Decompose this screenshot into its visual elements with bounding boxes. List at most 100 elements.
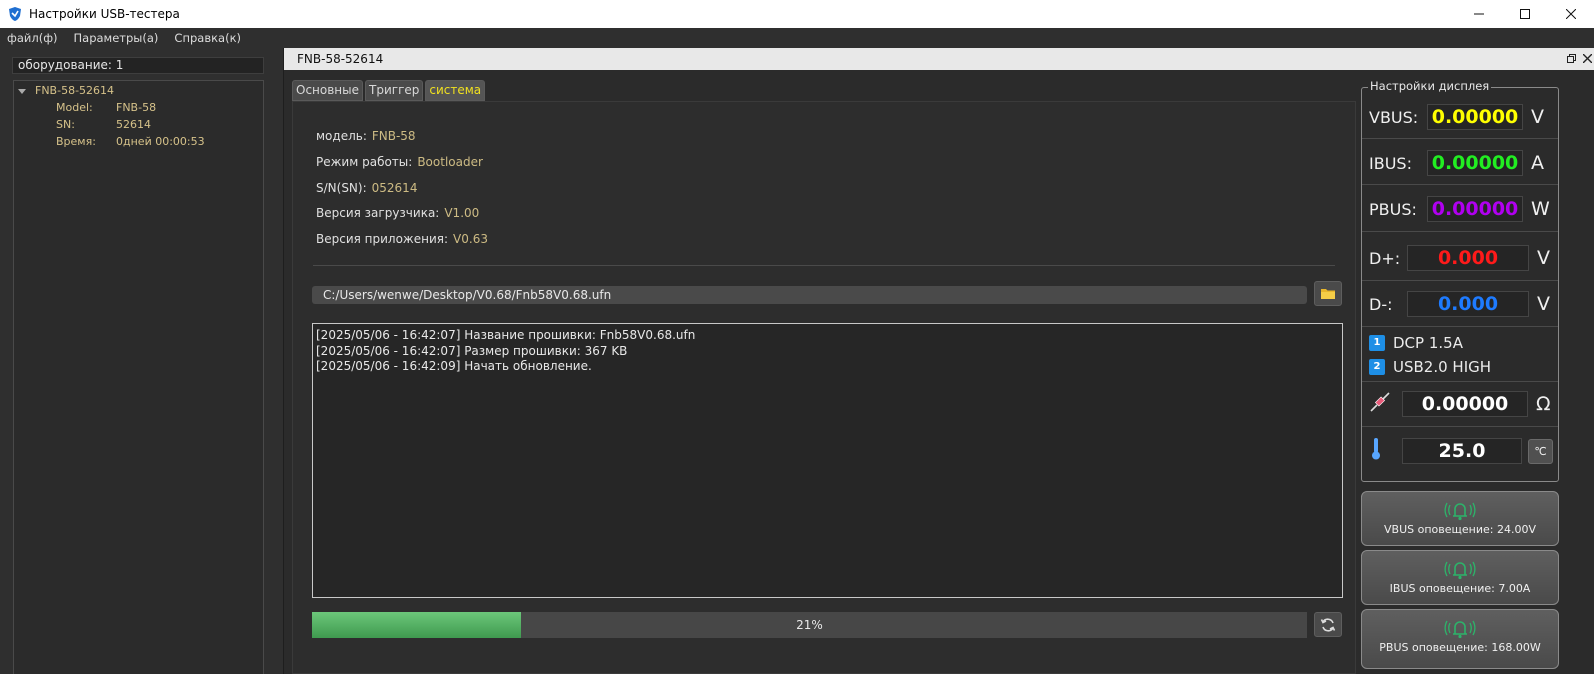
ibus-alert-label: IBUS оповещение: 7.00A [1389, 582, 1531, 595]
vbus-row: VBUS: 0.00000 V [1369, 104, 1544, 130]
chevron-down-icon[interactable] [18, 88, 26, 94]
maximize-button[interactable] [1502, 0, 1548, 28]
window-title: Настройки USB-тестера [29, 7, 180, 21]
device-info-row: SN: 52614 [56, 118, 151, 131]
menu-help[interactable]: Справка(к) [167, 31, 249, 45]
device-name: FNB-58-52614 [35, 84, 115, 97]
device-info-value: FNB-58 [116, 101, 157, 114]
tab-bar: Основные Триггер система [292, 80, 486, 101]
dminus-row: D-: 0.000 V [1369, 291, 1550, 317]
info-label: S/N(SN): [316, 181, 367, 195]
device-tab-header: FNB-58-52614 [284, 48, 1594, 70]
device-info-key: SN: [56, 118, 75, 131]
vbus-unit: V [1531, 106, 1544, 128]
mode-row: 1 DCP 1.5A [1369, 334, 1463, 352]
info-value: V0.63 [453, 232, 488, 246]
pbus-alert-label: PBUS оповещение: 168.00W [1379, 641, 1541, 654]
device-info-row: Время: 0дней 00:00:53 [56, 135, 205, 148]
dplus-unit: V [1537, 247, 1550, 269]
resistance-row: 0.00000 Ω [1369, 391, 1551, 417]
display-settings-group: VBUS: 0.00000 V IBUS: 0.00000 A PBUS: 0.… [1361, 87, 1559, 482]
vbus-value: 0.00000 [1427, 104, 1523, 130]
mode-row: 2 USB2.0 HIGH [1369, 358, 1491, 376]
divider [1362, 184, 1558, 185]
refresh-button[interactable] [1314, 612, 1342, 637]
dminus-unit: V [1537, 293, 1550, 315]
log-line: [2025/05/06 - 16:42:07] Размер прошивки:… [316, 343, 628, 358]
resistance-value: 0.00000 [1402, 391, 1528, 417]
menu-parameters[interactable]: Параметры(а) [67, 31, 167, 45]
resistance-unit: Ω [1536, 393, 1551, 415]
equipment-count: оборудование: 1 [12, 57, 264, 74]
firmware-path-field[interactable]: C:/Users/wenwe/Desktop/V0.68/Fnb58V0.68.… [312, 286, 1307, 304]
minimize-icon [1474, 13, 1484, 15]
device-info-key: Время: [56, 135, 96, 148]
vbus-alert-button[interactable]: VBUS оповещение: 24.00V [1361, 491, 1559, 546]
ibus-row: IBUS: 0.00000 A [1369, 150, 1544, 176]
browse-folder-button[interactable] [1314, 281, 1342, 306]
device-info-row: Model: FNB-58 [56, 101, 156, 114]
progress-label: 21% [796, 618, 823, 632]
shield-app-icon [9, 7, 21, 21]
temperature-row: 25.0 ℃ [1369, 437, 1553, 465]
mode-text: DCP 1.5A [1393, 334, 1463, 352]
close-panel-icon[interactable] [1582, 48, 1593, 71]
log-line: [2025/05/06 - 16:42:09] Начать обновлени… [316, 359, 592, 373]
device-info-value: 0дней 00:00:53 [116, 135, 205, 148]
tab-system[interactable]: система [425, 80, 486, 101]
update-log[interactable]: [2025/05/06 - 16:42:07] Название прошивк… [312, 323, 1343, 598]
info-label: Версия загрузчика: [316, 206, 440, 220]
bell-icon [1444, 561, 1476, 580]
dplus-row: D+: 0.000 V [1369, 245, 1550, 271]
info-value: 052614 [371, 181, 418, 195]
divider [1362, 138, 1558, 139]
device-info-key: Model: [56, 101, 93, 114]
tab-trigger[interactable]: Триггер [365, 80, 424, 101]
resistor-icon [1369, 391, 1402, 417]
info-row-bootloader-version: Версия загрузчика: V1.00 [316, 206, 479, 220]
divider [1362, 326, 1558, 327]
pbus-alert-button[interactable]: PBUS оповещение: 168.00W [1361, 609, 1559, 669]
temperature-value: 25.0 [1402, 438, 1522, 464]
close-button[interactable] [1548, 0, 1594, 28]
minimize-button[interactable] [1456, 0, 1502, 28]
update-progress-bar: 21% [312, 612, 1307, 638]
bell-icon [1444, 502, 1476, 521]
divider [1362, 231, 1558, 232]
dplus-label: D+: [1369, 248, 1401, 268]
menu-file[interactable]: файл(ф) [0, 31, 66, 45]
thermometer-icon [1369, 437, 1402, 465]
maximize-icon [1520, 9, 1530, 19]
dminus-value: 0.000 [1407, 291, 1529, 317]
divider [313, 265, 1335, 266]
dminus-label: D-: [1369, 294, 1393, 314]
mode-number-badge: 2 [1369, 359, 1385, 375]
vbus-label: VBUS: [1369, 107, 1419, 127]
pbus-value: 0.00000 [1427, 196, 1523, 222]
tab-main[interactable]: Основные [292, 80, 364, 101]
ibus-alert-button[interactable]: IBUS оповещение: 7.00A [1361, 550, 1559, 605]
restore-icon[interactable] [1567, 48, 1576, 71]
pbus-unit: W [1531, 198, 1550, 220]
system-tab-content: модель: FNB-58 Режим работы: Bootloader S/… [292, 101, 1356, 674]
info-label: Режим работы: [316, 155, 413, 169]
bell-icon [1444, 620, 1476, 639]
device-tree-node[interactable]: FNB-58-52614 [18, 84, 114, 97]
refresh-icon [1320, 617, 1336, 632]
info-row-sn: S/N(SN): 052614 [316, 181, 417, 195]
pbus-label: PBUS: [1369, 199, 1417, 219]
info-value: Bootloader [417, 155, 483, 169]
mode-text: USB2.0 HIGH [1393, 358, 1492, 376]
folder-icon [1321, 289, 1335, 299]
device-tree: FNB-58-52614 Model: FNB-58 SN: 52614 Время… [13, 80, 264, 674]
divider [1362, 280, 1558, 281]
info-value: FNB-58 [371, 129, 416, 143]
temperature-unit-toggle[interactable]: ℃ [1528, 438, 1553, 464]
info-row-mode: Режим работы: Bootloader [316, 155, 483, 169]
device-tab-title: FNB-58-52614 [297, 52, 384, 66]
pbus-row: PBUS: 0.00000 W [1369, 196, 1550, 222]
ibus-unit: A [1531, 152, 1544, 174]
info-row-app-version: Версия приложения: V0.63 [316, 232, 488, 246]
info-value: V1.00 [444, 206, 480, 220]
divider [1362, 426, 1558, 427]
